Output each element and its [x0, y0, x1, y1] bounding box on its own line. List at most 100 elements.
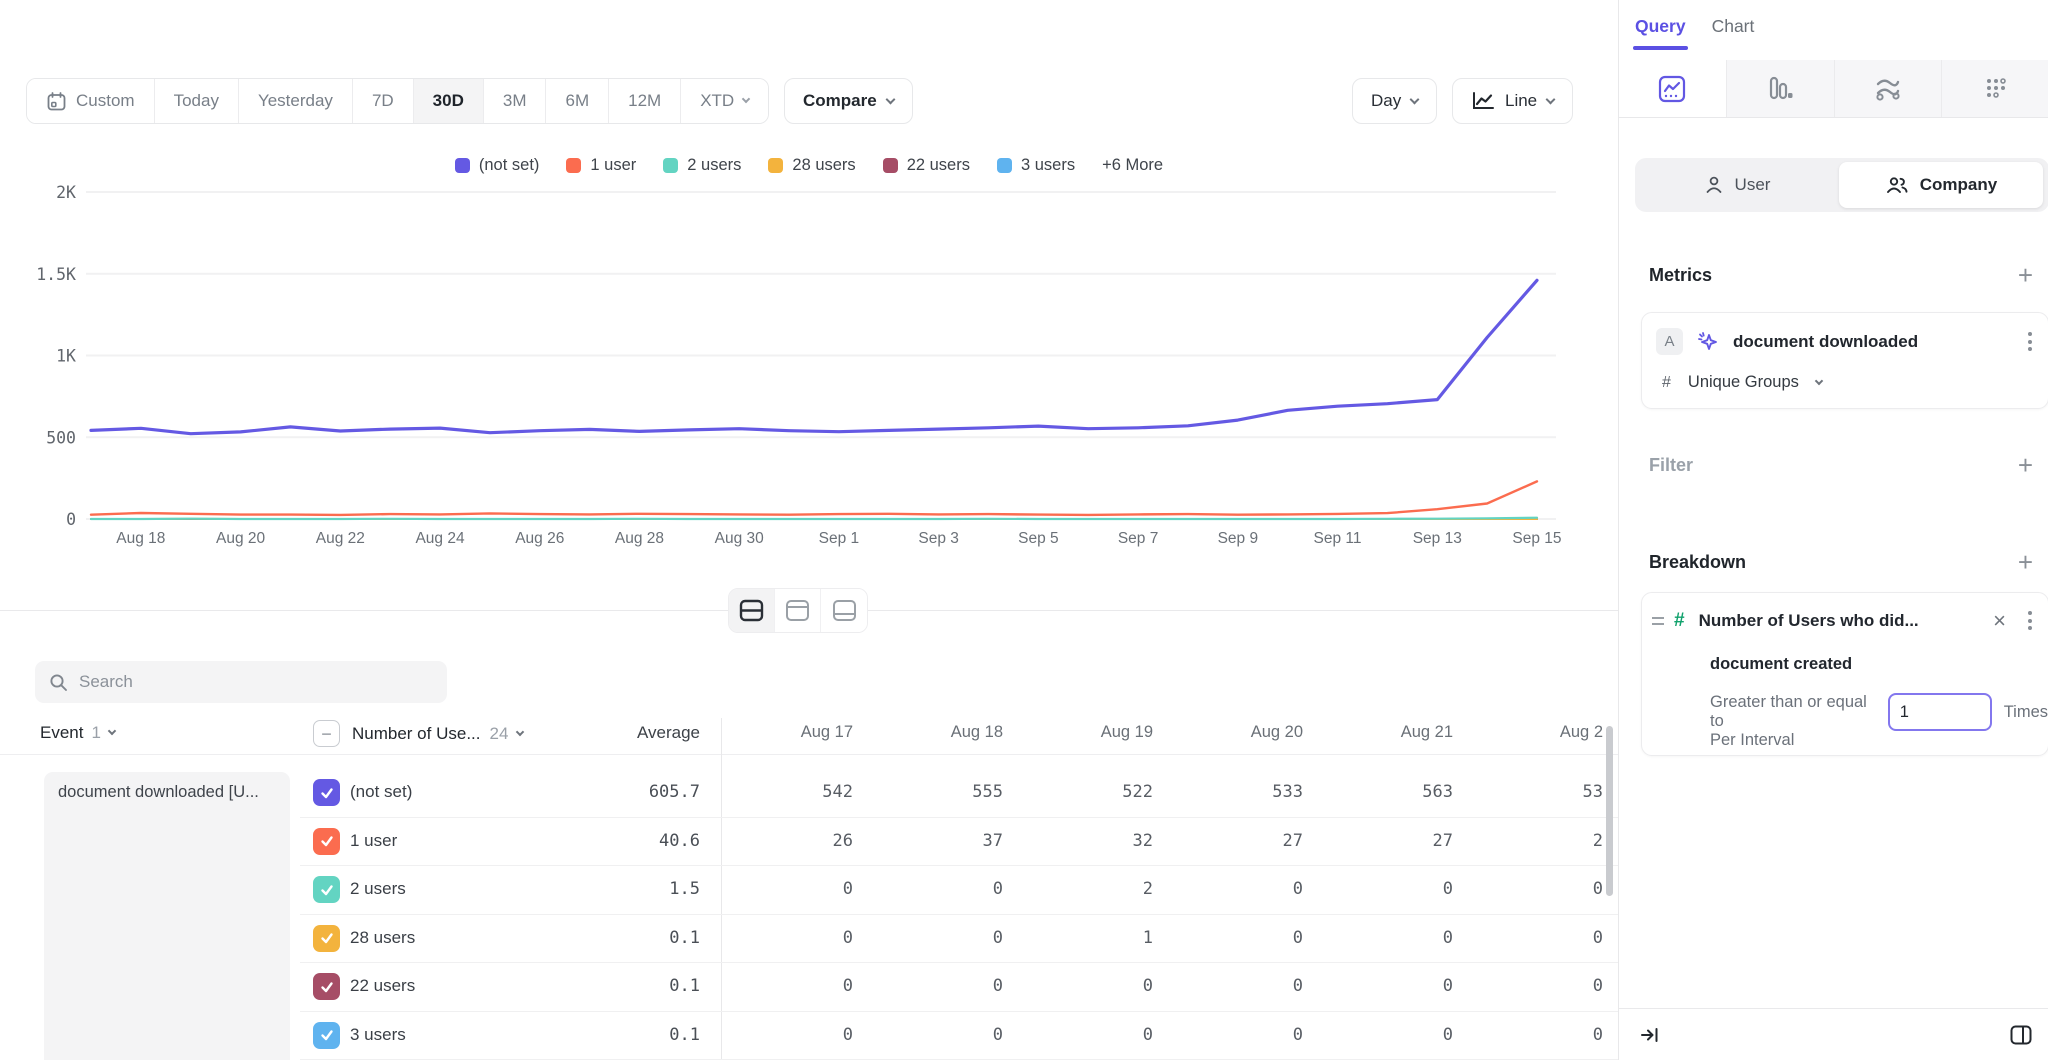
entity-toggle: User Company	[1635, 158, 2048, 212]
collapse-panel-icon[interactable]	[1639, 1024, 1661, 1046]
date-column-header: Aug 17	[703, 723, 853, 742]
search-input[interactable]	[79, 672, 433, 692]
date-range-12m[interactable]: 12M	[609, 79, 681, 123]
series-line-(not set)	[91, 280, 1537, 433]
cell-value: 0	[853, 976, 1003, 996]
breakdown-title: Number of Users who did...	[1699, 611, 1984, 631]
date-range-6m[interactable]: 6M	[546, 79, 609, 123]
calendar-icon	[46, 91, 67, 112]
cell-value: 0	[703, 928, 853, 948]
cell-value: 0	[703, 976, 853, 996]
event-column-header[interactable]: Event 1	[40, 723, 115, 743]
metric-card[interactable]: A document downloaded # Unique Groups	[1641, 312, 2048, 409]
breakdown-heading: Breakdown	[1649, 552, 1746, 573]
entity-option-company[interactable]: Company	[1839, 162, 2043, 208]
svg-text:Sep 9: Sep 9	[1218, 530, 1259, 547]
cell-value: 0	[1303, 928, 1453, 948]
aggregation-selector[interactable]: # Unique Groups	[1662, 373, 1822, 392]
table-row: 1 user40.626373227272	[300, 818, 1618, 867]
chart-type-scatter-tab[interactable]	[1941, 60, 2048, 117]
date-column-header: Aug 20	[1153, 723, 1303, 742]
date-range-30d[interactable]: 30D	[414, 79, 484, 123]
chevron-down-icon	[1546, 94, 1556, 104]
date-range-custom[interactable]: Custom	[27, 79, 155, 123]
header-divider	[0, 754, 1618, 755]
cell-value: 563	[1303, 782, 1453, 802]
add-filter-button[interactable]: +	[2018, 452, 2033, 478]
date-range-7d[interactable]: 7D	[353, 79, 414, 123]
vertical-scrollbar[interactable]	[1606, 726, 1613, 896]
range-label: XTD	[700, 91, 734, 111]
series-checkbox[interactable]	[313, 973, 340, 1000]
breakdown-card-header: # Number of Users who did... ×	[1652, 607, 2036, 634]
check-icon	[319, 833, 335, 849]
hash-icon: #	[1662, 374, 1671, 392]
cell-value: 53	[1453, 782, 1603, 802]
chart-type-bar-tab[interactable]	[1726, 60, 1834, 117]
cell-value: 0	[1153, 976, 1303, 996]
cell-value: 0	[1303, 1025, 1453, 1045]
svg-text:0: 0	[66, 510, 76, 529]
compare-button[interactable]: Compare	[784, 78, 913, 124]
measure-hash-icon: #	[1674, 610, 1685, 632]
chevron-down-icon	[742, 95, 750, 103]
breakdown-section-header: Breakdown +	[1649, 549, 2033, 575]
range-label: 6M	[565, 91, 589, 111]
table-rows: (not set)605.7542555522533563531 user40.…	[0, 769, 1618, 1060]
date-range-xtd[interactable]: XTD	[681, 79, 768, 123]
chart-type-strip	[1619, 60, 2048, 118]
series-checkbox[interactable]	[313, 779, 340, 806]
range-label: 12M	[628, 91, 661, 111]
layout-chart-only-button[interactable]	[775, 589, 821, 632]
date-range-today[interactable]: Today	[155, 79, 239, 123]
side-panel-icon[interactable]	[2009, 1024, 2033, 1046]
date-range-yesterday[interactable]: Yesterday	[239, 79, 353, 123]
add-metric-button[interactable]: +	[2018, 262, 2033, 288]
add-breakdown-button[interactable]: +	[2018, 549, 2033, 575]
chart-type-line-tab[interactable]	[1619, 60, 1726, 117]
cell-value: 0	[1303, 976, 1453, 996]
chevron-down-icon	[516, 727, 524, 735]
condition-label[interactable]: Greater than or equal to	[1710, 693, 1876, 731]
svg-text:Sep 1: Sep 1	[819, 530, 860, 547]
chart-type-dropdown[interactable]: Line	[1452, 78, 1573, 124]
interval-dropdown[interactable]: Day	[1352, 78, 1437, 124]
date-column-header: Aug 2	[1453, 723, 1603, 742]
drag-handle-icon[interactable]	[1652, 617, 1664, 625]
layout-split-button[interactable]	[729, 589, 775, 632]
series-checkbox[interactable]	[313, 876, 340, 903]
date-range-3m[interactable]: 3M	[484, 79, 547, 123]
metric-menu-button[interactable]	[2024, 328, 2036, 355]
range-label: 30D	[433, 91, 464, 111]
breakdown-menu-button[interactable]	[2024, 607, 2036, 634]
per-interval-label[interactable]: Per Interval	[1710, 731, 1794, 750]
remove-breakdown-button[interactable]: ×	[1993, 610, 2006, 632]
metric-card-row: A document downloaded	[1656, 328, 2036, 355]
tab-chart[interactable]: Chart	[1712, 16, 1755, 50]
breakdown-event-name[interactable]: document created	[1710, 655, 1852, 674]
table-row: (not set)605.754255552253356353	[300, 769, 1618, 818]
cell-value: 542	[703, 782, 853, 802]
chevron-down-icon	[885, 94, 895, 104]
series-label: 22 users	[350, 976, 415, 996]
times-value-input[interactable]	[1888, 693, 1992, 731]
series-checkbox[interactable]	[313, 1022, 340, 1049]
metric-name: document downloaded	[1733, 332, 2011, 352]
series-line-1 user	[91, 481, 1537, 515]
series-checkbox[interactable]	[313, 828, 340, 855]
cell-value: 555	[853, 782, 1003, 802]
event-header-label: Event	[40, 723, 83, 743]
cell-value: 0	[1003, 976, 1153, 996]
entity-option-user[interactable]: User	[1635, 158, 1839, 212]
filter-section-header: Filter +	[1649, 452, 2033, 478]
times-label: Times	[2004, 703, 2048, 722]
layout-table-only-button[interactable]	[821, 589, 867, 632]
cell-value: 533	[1153, 782, 1303, 802]
series-checkbox[interactable]	[313, 925, 340, 952]
series-header-group[interactable]: Number of Use... 24	[352, 724, 523, 744]
svg-text:Aug 28: Aug 28	[615, 530, 664, 547]
cell-value: 32	[1003, 831, 1153, 851]
chart-type-flow-tab[interactable]	[1834, 60, 1942, 117]
tab-query[interactable]: Query	[1635, 16, 1686, 50]
select-all-checkbox[interactable]: −	[313, 720, 340, 747]
